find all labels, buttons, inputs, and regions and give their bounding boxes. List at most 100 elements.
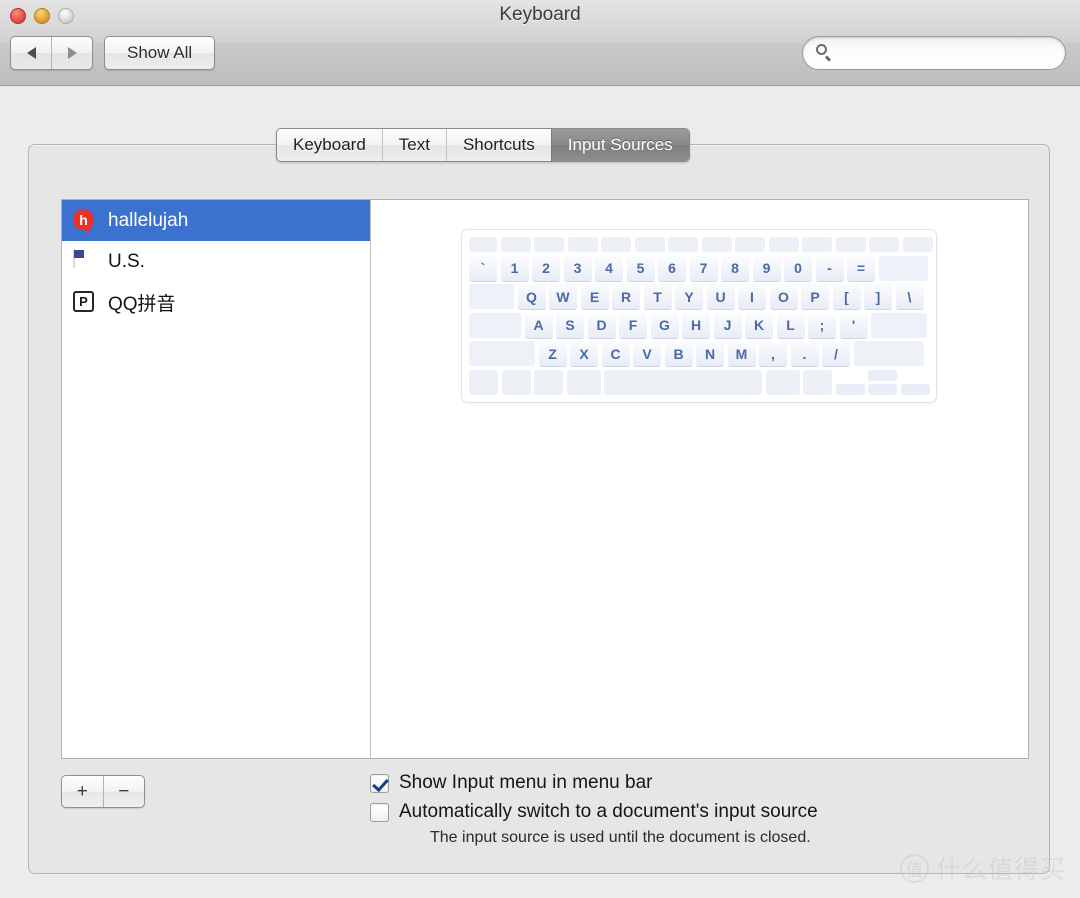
key-J: J — [713, 312, 742, 338]
tab-text-label: Text — [398, 135, 430, 154]
tab-shortcuts[interactable]: Shortcuts — [445, 129, 551, 161]
input-source-list[interactable]: h hallelujah U.S. P QQ拼音 — [62, 200, 371, 758]
key-9: 9 — [752, 255, 781, 281]
search-input[interactable] — [839, 43, 1043, 63]
key-K: K — [745, 312, 773, 338]
key-M: M — [727, 341, 756, 366]
key-blank — [668, 237, 698, 252]
show-all-label: Show All — [127, 43, 193, 62]
key-5: 5 — [626, 255, 655, 281]
us-flag-icon — [73, 249, 96, 273]
function-row — [469, 237, 933, 252]
forward-button[interactable] — [51, 37, 92, 69]
key-blank — [567, 237, 598, 252]
key-blank — [835, 237, 866, 252]
key-C: C — [601, 341, 630, 366]
key-S: S — [556, 312, 584, 338]
watermark-text: 什么值得买 — [935, 856, 1066, 884]
key-/: / — [822, 341, 850, 366]
key-.: . — [790, 341, 819, 366]
key-D: D — [587, 312, 616, 338]
key-blank — [534, 369, 563, 395]
remove-input-source-button[interactable]: − — [102, 776, 145, 807]
key-Z: Z — [538, 341, 567, 366]
key-I: I — [738, 284, 766, 309]
key-blank — [604, 369, 762, 395]
number-row: ` 1 2 3 4 5 6 7 8 9 0- = — [469, 255, 929, 281]
back-forward-control[interactable] — [10, 36, 93, 70]
key-blank — [634, 237, 665, 252]
us-flag-glyph — [73, 249, 75, 268]
speech-bubble-icon: h — [73, 209, 96, 234]
key-Q: Q — [517, 284, 546, 309]
add-remove-source-control[interactable]: + − — [61, 775, 145, 808]
tab-shortcuts-label: Shortcuts — [462, 135, 535, 154]
key-blank — [469, 369, 498, 395]
key-blank — [878, 255, 928, 281]
key-E: E — [580, 284, 609, 309]
key-blank — [501, 369, 531, 395]
key-,: , — [759, 341, 787, 366]
show-input-menu-row[interactable]: Show Input menu in menu bar — [370, 772, 1010, 794]
tab-text[interactable]: Text — [381, 129, 446, 161]
key-X: X — [570, 341, 598, 366]
key-Y: Y — [675, 284, 703, 309]
key-blank — [902, 237, 933, 252]
key-R: R — [612, 284, 640, 309]
auto-switch-checkbox[interactable] — [370, 802, 389, 822]
search-icon — [815, 44, 833, 62]
list-item[interactable]: h hallelujah — [62, 200, 370, 241]
key-3: 3 — [563, 255, 592, 281]
key-V: V — [633, 341, 661, 366]
list-item-label: hallelujah — [108, 209, 189, 231]
tab-input-sources[interactable]: Input Sources — [550, 129, 689, 161]
tab-keyboard[interactable]: Keyboard — [277, 129, 382, 161]
key-blank — [601, 237, 631, 252]
key-8: 8 — [721, 255, 749, 281]
key-blank — [701, 237, 732, 252]
auto-switch-row[interactable]: Automatically switch to a document's inp… — [370, 801, 1010, 823]
key-;: ; — [808, 312, 836, 338]
show-input-menu-checkbox[interactable] — [370, 773, 389, 793]
tab-input-sources-label: Input Sources — [567, 135, 673, 154]
list-item-label: QQ拼音 — [108, 294, 176, 315]
watermark-badge: 值 — [899, 853, 929, 883]
triangle-right-icon — [67, 47, 77, 59]
key-L: L — [776, 312, 805, 338]
back-button[interactable] — [11, 37, 51, 69]
input-sources-splitview: h hallelujah U.S. P QQ拼音 ` 1 2 3 4 5 6 7… — [61, 199, 1029, 759]
show-input-menu-label: Show Input menu in menu bar — [399, 772, 653, 793]
input-source-options: Show Input menu in menu bar Automaticall… — [370, 772, 1010, 847]
key-U: U — [706, 284, 735, 309]
add-input-source-button[interactable]: + — [62, 776, 103, 807]
speech-bubble-glyph: h — [73, 209, 94, 234]
key-O: O — [769, 284, 798, 309]
key-blank — [469, 237, 497, 252]
search-field[interactable] — [802, 36, 1066, 70]
show-all-button[interactable]: Show All — [104, 36, 216, 70]
key-A: A — [524, 312, 553, 338]
key-B: B — [664, 341, 693, 366]
list-item-label: U.S. — [108, 250, 145, 272]
modifier-row — [469, 369, 930, 395]
preference-tab-bar[interactable]: Keyboard Text Shortcuts Input Sources — [276, 128, 690, 162]
key-]: ] — [864, 284, 892, 309]
key-F: F — [619, 312, 647, 338]
key-blank — [534, 237, 564, 252]
key-blank — [469, 341, 535, 366]
key-blank — [803, 369, 832, 395]
list-item[interactable]: P QQ拼音 — [62, 282, 370, 323]
key-T: T — [643, 284, 672, 309]
key-`: ` — [469, 255, 497, 281]
key-blank — [500, 237, 531, 252]
key-6: 6 — [658, 255, 686, 281]
window-title: Keyboard — [499, 4, 581, 25]
list-item[interactable]: U.S. — [62, 241, 370, 282]
auto-switch-note: The input source is used until the docum… — [430, 829, 811, 846]
keyboard-layout-preview: ` 1 2 3 4 5 6 7 8 9 0- = Q W E R T Y U I O P[] \ A S D F G H J K L; ' Z X C… — [371, 200, 1028, 758]
triangle-left-icon — [26, 47, 36, 59]
key-arrow-down — [868, 383, 897, 395]
key-2: 2 — [532, 255, 560, 281]
tab-keyboard-label: Keyboard — [293, 135, 366, 154]
key-blank — [871, 312, 927, 338]
